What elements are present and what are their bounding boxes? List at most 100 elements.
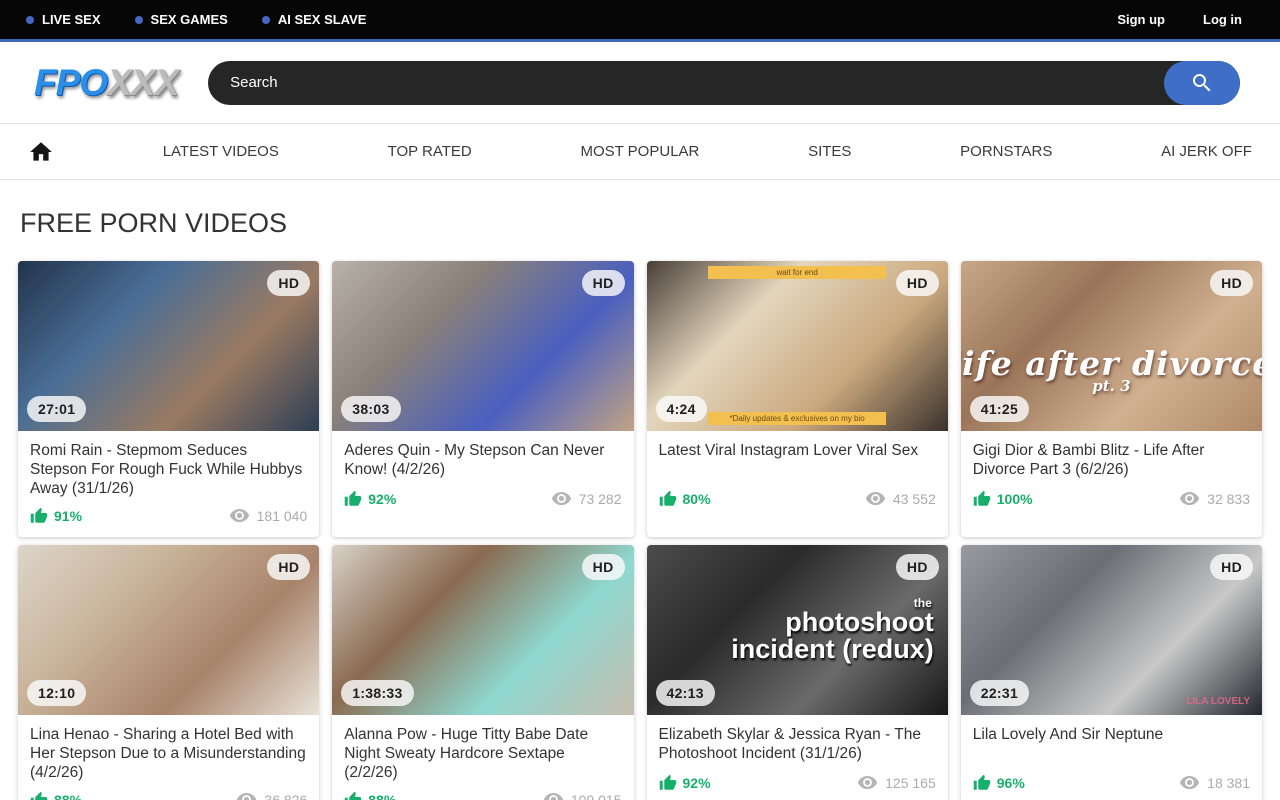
thumbs-up-icon bbox=[659, 774, 677, 792]
hd-badge: HD bbox=[1210, 270, 1253, 296]
views-value: 109 015 bbox=[571, 792, 622, 800]
duration-badge: 4:24 bbox=[656, 396, 707, 422]
video-rating: 80% bbox=[659, 490, 711, 508]
search-bar bbox=[208, 61, 1240, 105]
video-info: Aderes Quin - My Stepson Can Never Know!… bbox=[332, 431, 633, 520]
video-meta: 100% 32 833 bbox=[973, 488, 1250, 509]
login-link[interactable]: Log in bbox=[1203, 12, 1242, 27]
video-title[interactable]: Romi Rain - Stepmom Seduces Stepson For … bbox=[30, 441, 307, 498]
video-card[interactable]: HD 42:13 thephotoshootincident (redux) E… bbox=[647, 545, 948, 800]
nav-home-button[interactable] bbox=[28, 139, 54, 165]
video-meta: 92% 73 282 bbox=[344, 488, 621, 509]
signup-link[interactable]: Sign up bbox=[1117, 12, 1165, 27]
hd-badge: HD bbox=[267, 554, 310, 580]
video-thumbnail[interactable]: HD 1:38:33 bbox=[332, 545, 633, 715]
video-views: 18 381 bbox=[1179, 772, 1250, 793]
thumbs-up-icon bbox=[344, 791, 362, 800]
duration-badge: 41:25 bbox=[970, 396, 1029, 422]
nav-item-top-rated[interactable]: TOP RATED bbox=[388, 143, 472, 160]
nav-item-ai-jerk-off[interactable]: AI JERK OFF bbox=[1161, 143, 1252, 160]
video-grid: HD 27:01 Romi Rain - Stepmom Seduces Ste… bbox=[0, 261, 1280, 800]
views-value: 43 552 bbox=[893, 491, 936, 507]
video-title[interactable]: Gigi Dior & Bambi Blitz - Life After Div… bbox=[973, 441, 1250, 481]
video-card[interactable]: HD 1:38:33 Alanna Pow - Huge Titty Babe … bbox=[332, 545, 633, 800]
video-title[interactable]: Lina Henao - Sharing a Hotel Bed with He… bbox=[30, 725, 307, 782]
video-card[interactable]: HD 38:03 Aderes Quin - My Stepson Can Ne… bbox=[332, 261, 633, 537]
main-nav: LATEST VIDEOS TOP RATED MOST POPULAR SIT… bbox=[0, 123, 1280, 180]
video-thumbnail[interactable]: HD 27:01 bbox=[18, 261, 319, 431]
video-card[interactable]: HD 22:31 LILA LOVELY Lila Lovely And Sir… bbox=[961, 545, 1262, 800]
eye-icon bbox=[857, 772, 878, 793]
hd-badge: HD bbox=[267, 270, 310, 296]
video-rating: 88% bbox=[344, 791, 396, 800]
video-meta: 88% 36 826 bbox=[30, 789, 307, 800]
video-views: 109 015 bbox=[543, 789, 622, 800]
rating-value: 92% bbox=[683, 775, 711, 791]
topbar-link-live-sex[interactable]: LIVE SEX bbox=[26, 12, 101, 27]
views-value: 181 040 bbox=[257, 508, 308, 524]
site-logo[interactable]: FPOXXX bbox=[34, 62, 178, 104]
rating-value: 100% bbox=[997, 491, 1033, 507]
topbar-link-ai-sex-slave[interactable]: AI SEX SLAVE bbox=[262, 12, 367, 27]
nav-item-sites[interactable]: SITES bbox=[808, 143, 851, 160]
video-thumbnail[interactable]: HD 12:10 bbox=[18, 545, 319, 715]
search-input[interactable] bbox=[208, 61, 1156, 105]
video-views: 32 833 bbox=[1179, 488, 1250, 509]
video-card[interactable]: HD 4:24 wait for end*Daily updates & exc… bbox=[647, 261, 948, 537]
duration-badge: 22:31 bbox=[970, 680, 1029, 706]
video-info: Alanna Pow - Huge Titty Babe Date Night … bbox=[332, 715, 633, 800]
video-thumbnail[interactable]: HD 22:31 LILA LOVELY bbox=[961, 545, 1262, 715]
duration-badge: 27:01 bbox=[27, 396, 86, 422]
site-header: FPOXXX bbox=[0, 42, 1280, 123]
hd-badge: HD bbox=[1210, 554, 1253, 580]
auth-links: Sign up Log in bbox=[1117, 12, 1254, 27]
video-info: Elizabeth Skylar & Jessica Ryan - The Ph… bbox=[647, 715, 948, 800]
video-title[interactable]: Elizabeth Skylar & Jessica Ryan - The Ph… bbox=[659, 725, 936, 765]
video-title[interactable]: Lila Lovely And Sir Neptune bbox=[973, 725, 1250, 765]
search-button[interactable] bbox=[1164, 61, 1240, 105]
thumbs-up-icon bbox=[659, 490, 677, 508]
video-thumbnail[interactable]: HD 42:13 thephotoshootincident (redux) bbox=[647, 545, 948, 715]
video-thumbnail[interactable]: HD 38:03 bbox=[332, 261, 633, 431]
video-views: 36 826 bbox=[236, 789, 307, 800]
nav-item-most-popular[interactable]: MOST POPULAR bbox=[580, 143, 699, 160]
video-views: 43 552 bbox=[865, 488, 936, 509]
page-title: FREE PORN VIDEOS bbox=[0, 208, 1280, 239]
video-thumbnail[interactable]: HD 4:24 wait for end*Daily updates & exc… bbox=[647, 261, 948, 431]
video-rating: 91% bbox=[30, 507, 82, 525]
video-card[interactable]: HD 12:10 Lina Henao - Sharing a Hotel Be… bbox=[18, 545, 319, 800]
video-info: Lina Henao - Sharing a Hotel Bed with He… bbox=[18, 715, 319, 800]
video-info: Romi Rain - Stepmom Seduces Stepson For … bbox=[18, 431, 319, 537]
views-value: 36 826 bbox=[264, 792, 307, 800]
eye-icon bbox=[236, 789, 257, 800]
video-card[interactable]: HD 27:01 Romi Rain - Stepmom Seduces Ste… bbox=[18, 261, 319, 537]
eye-icon bbox=[543, 789, 564, 800]
nav-item-latest-videos[interactable]: LATEST VIDEOS bbox=[163, 143, 279, 160]
topbar-link-label: SEX GAMES bbox=[151, 12, 228, 27]
video-meta: 80% 43 552 bbox=[659, 488, 936, 509]
rating-value: 96% bbox=[997, 775, 1025, 791]
dot-icon bbox=[26, 16, 34, 24]
topbar-link-sex-games[interactable]: SEX GAMES bbox=[135, 12, 228, 27]
video-title[interactable]: Latest Viral Instagram Lover Viral Sex bbox=[659, 441, 936, 481]
topbar-link-label: LIVE SEX bbox=[42, 12, 101, 27]
video-rating: 100% bbox=[973, 490, 1033, 508]
rating-value: 91% bbox=[54, 508, 82, 524]
eye-icon bbox=[551, 488, 572, 509]
thumbs-up-icon bbox=[30, 791, 48, 800]
video-info: Gigi Dior & Bambi Blitz - Life After Div… bbox=[961, 431, 1262, 520]
video-rating: 88% bbox=[30, 791, 82, 800]
thumbs-up-icon bbox=[973, 490, 991, 508]
duration-badge: 1:38:33 bbox=[341, 680, 413, 706]
video-rating: 92% bbox=[344, 490, 396, 508]
video-title[interactable]: Alanna Pow - Huge Titty Babe Date Night … bbox=[344, 725, 621, 782]
video-title[interactable]: Aderes Quin - My Stepson Can Never Know!… bbox=[344, 441, 621, 481]
video-card[interactable]: HD 41:25 life after divorcept. 3 Gigi Di… bbox=[961, 261, 1262, 537]
nav-item-pornstars[interactable]: PORNSTARS bbox=[960, 143, 1052, 160]
video-meta: 92% 125 165 bbox=[659, 772, 936, 793]
video-meta: 88% 109 015 bbox=[344, 789, 621, 800]
eye-icon bbox=[229, 505, 250, 526]
logo-text-secondary: XXX bbox=[107, 62, 178, 103]
video-thumbnail[interactable]: HD 41:25 life after divorcept. 3 bbox=[961, 261, 1262, 431]
thumbs-up-icon bbox=[973, 774, 991, 792]
